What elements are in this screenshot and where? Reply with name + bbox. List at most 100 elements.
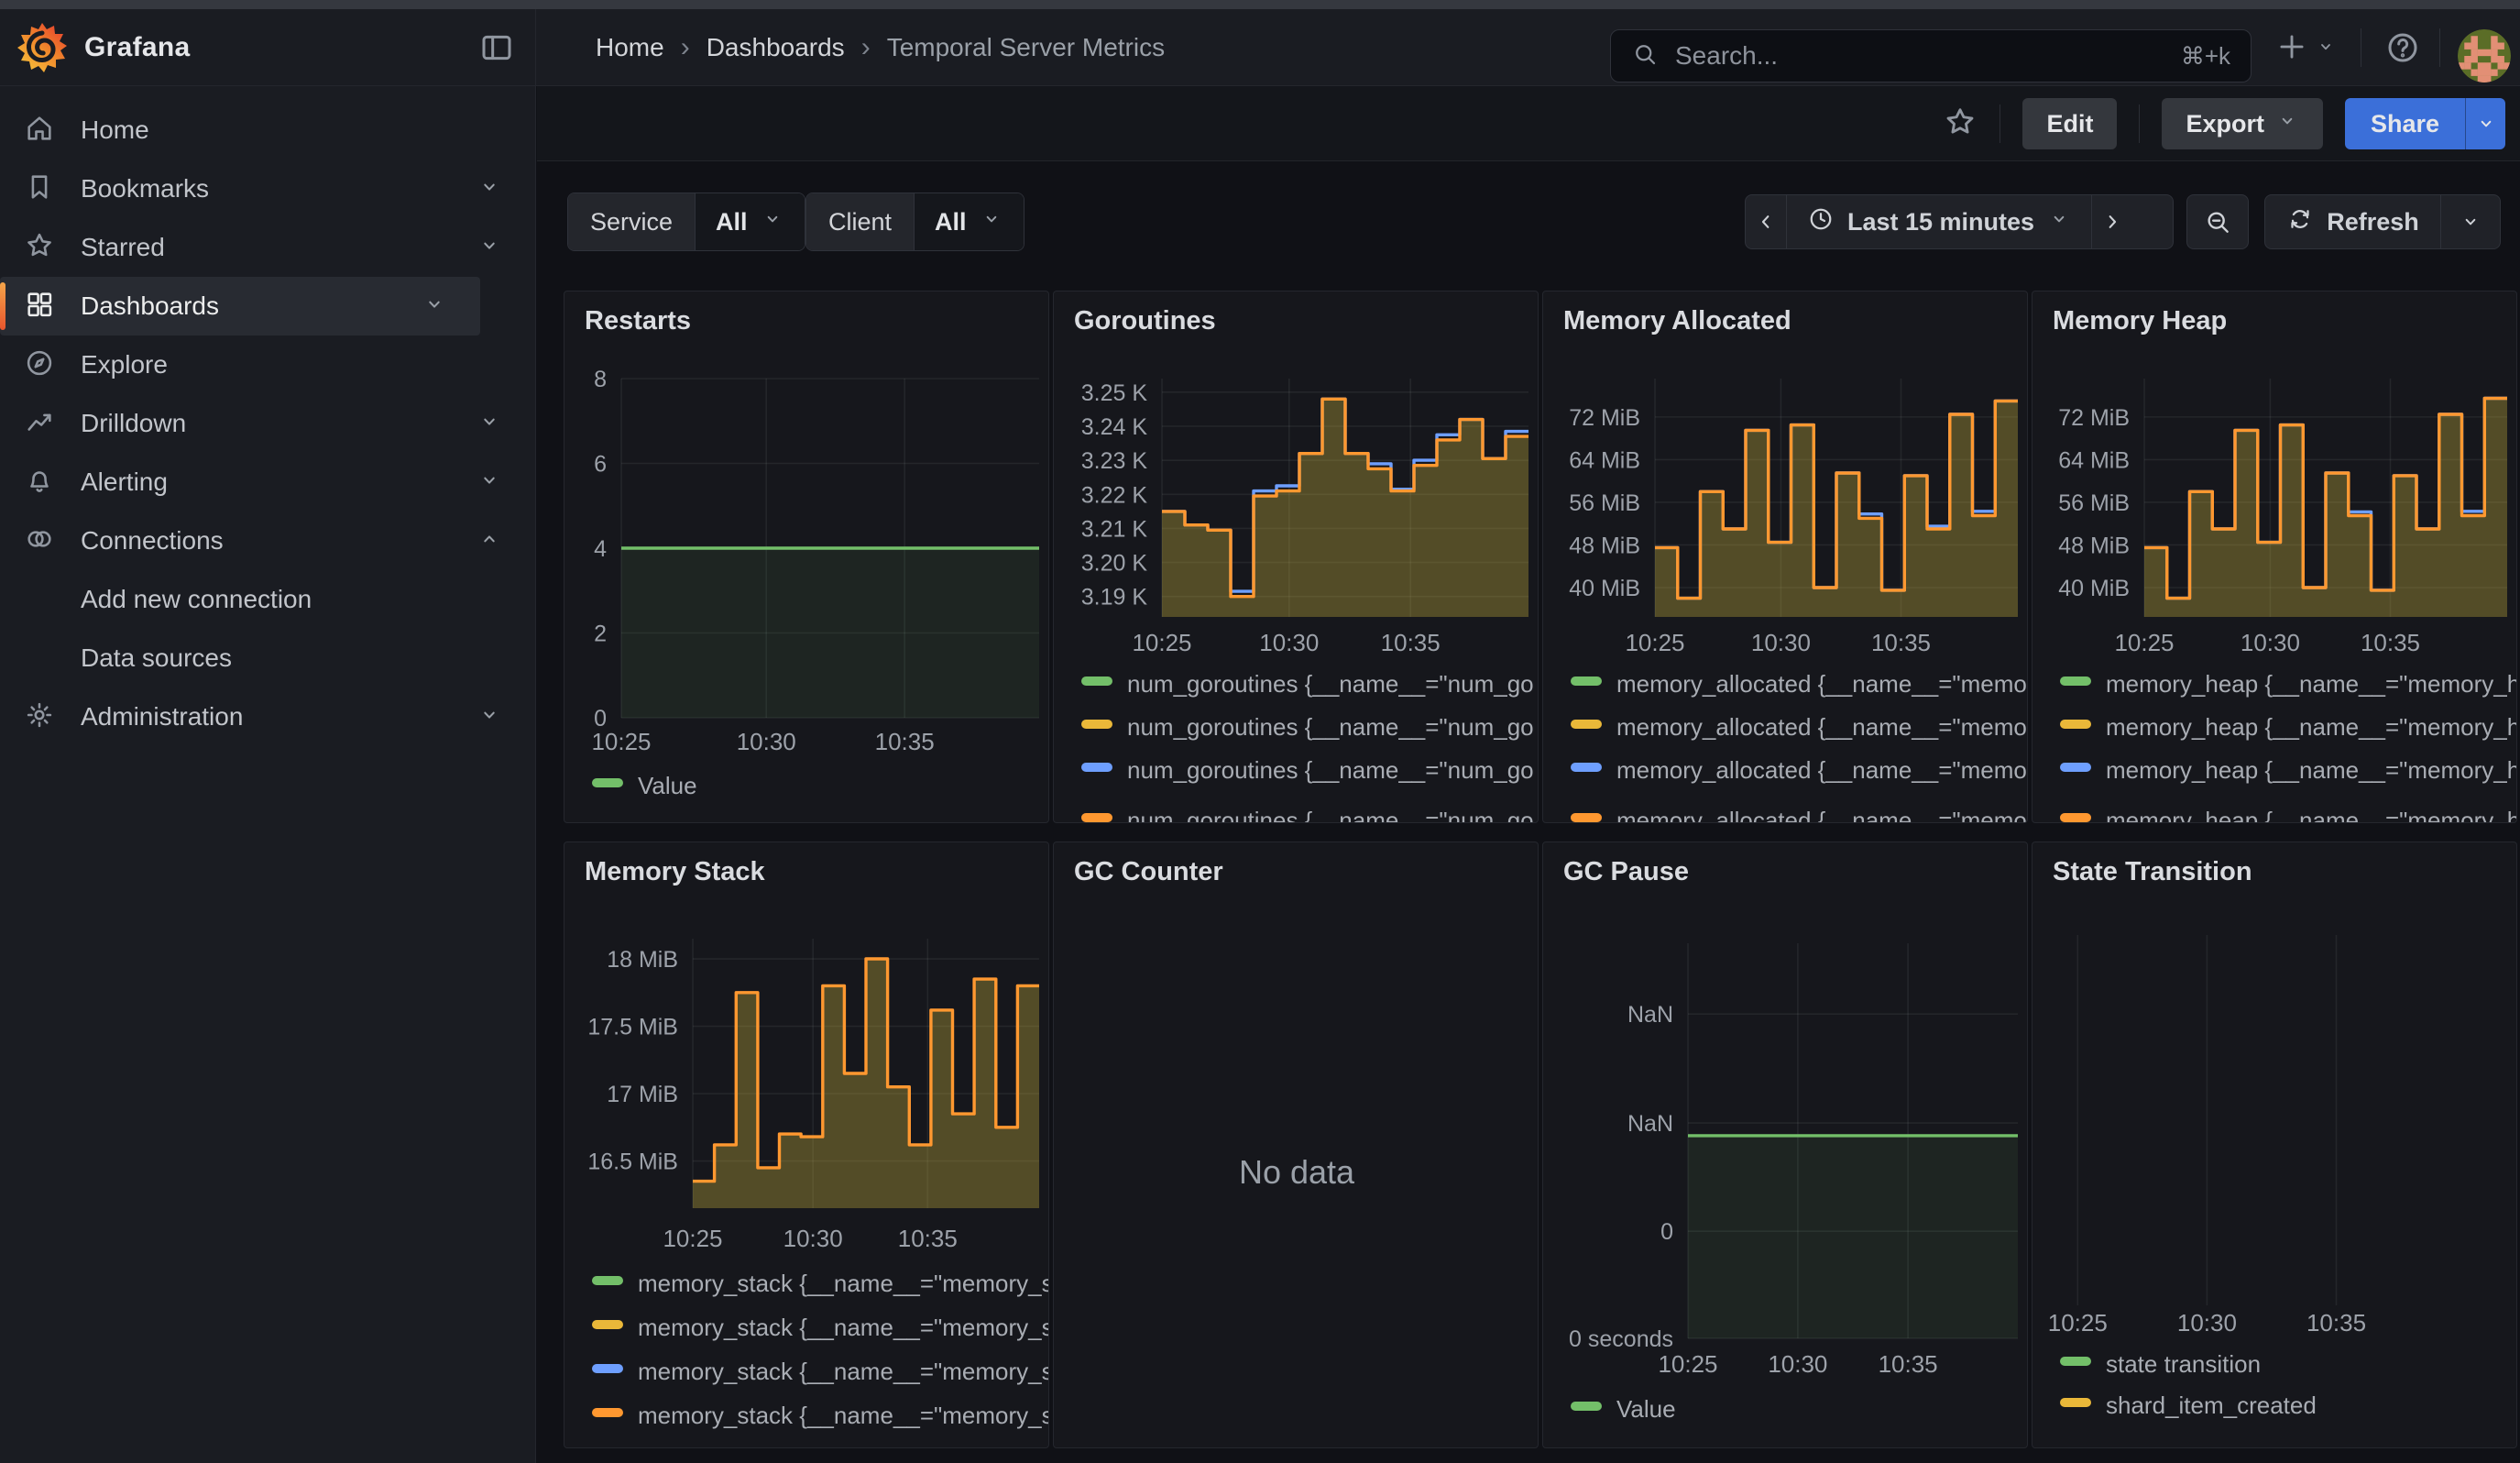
share-menu-chevron[interactable]	[2465, 98, 2505, 149]
sidebar-item-explore[interactable]: Explore	[0, 336, 535, 394]
breadcrumb-item[interactable]: Home	[596, 33, 664, 62]
zoom-out-control	[2186, 194, 2249, 249]
timeseries-chart[interactable]: NaNNaN00 seconds10:2510:3010:35Value	[1543, 842, 2028, 1448]
sidebar-item-administration[interactable]: Administration	[0, 688, 535, 746]
sidebar-item-bookmarks[interactable]: Bookmarks	[0, 160, 535, 218]
svg-text:48 MiB: 48 MiB	[1569, 533, 1640, 558]
help-icon[interactable]	[2384, 29, 2421, 71]
svg-text:3.22 K: 3.22 K	[1081, 482, 1148, 508]
svg-text:10:25: 10:25	[1658, 1350, 1717, 1378]
series-area-fill	[1688, 1136, 2018, 1338]
legend-item[interactable]: memory_allocated {__name__="memo	[1571, 756, 2027, 784]
legend-label: memory_stack {__name__="memory_s	[638, 1358, 1049, 1385]
legend-item[interactable]: memory_allocated {__name__="memo	[1571, 670, 2027, 698]
svg-text:3.25 K: 3.25 K	[1081, 380, 1148, 406]
svg-text:40 MiB: 40 MiB	[2058, 576, 2130, 601]
breadcrumb-item[interactable]: Dashboards	[707, 33, 845, 62]
svg-text:17.5 MiB: 17.5 MiB	[587, 1015, 678, 1040]
header-brand-section: Grafana	[0, 9, 536, 85]
timeseries-chart[interactable]: No data	[1054, 842, 1539, 1448]
search-icon	[1631, 40, 1659, 68]
legend-item[interactable]: state transition	[2060, 1350, 2261, 1378]
legend-item[interactable]: shard_item_created	[2060, 1392, 2317, 1419]
legend-item[interactable]: memory_heap {__name__="memory_h	[2060, 807, 2517, 823]
legend-item[interactable]: memory_heap {__name__="memory_h	[2060, 756, 2517, 784]
legend-label: memory_stack {__name__="memory_s	[638, 1270, 1049, 1297]
time-range-controls: Last 15 minutes	[1745, 194, 2174, 249]
timeseries-chart[interactable]: 18 MiB17.5 MiB17 MiB16.5 MiB10:2510:3010…	[564, 842, 1049, 1448]
svg-text:10:25: 10:25	[2114, 629, 2174, 656]
legend-item[interactable]: memory_stack {__name__="memory_s	[592, 1270, 1049, 1297]
legend-item[interactable]: Value	[592, 772, 697, 799]
legend-item[interactable]: Value	[1571, 1395, 1676, 1423]
sidebar-item-label: Starred	[81, 233, 165, 262]
timeseries-chart[interactable]: 72 MiB64 MiB56 MiB48 MiB40 MiB10:2510:30…	[1543, 292, 2028, 823]
refresh-button[interactable]: Refresh	[2265, 195, 2440, 248]
chevron-down-icon	[2047, 207, 2071, 231]
panel-goroutines: Goroutines3.25 K3.24 K3.23 K3.22 K3.21 K…	[1053, 291, 1539, 823]
gear-icon	[24, 699, 55, 731]
timeseries-chart[interactable]: 3.25 K3.24 K3.23 K3.22 K3.21 K3.20 K3.19…	[1054, 292, 1539, 823]
search-input[interactable]	[1673, 40, 2166, 72]
svg-text:0 seconds: 0 seconds	[1569, 1326, 1673, 1352]
home-icon	[24, 113, 55, 144]
legend-label: num_goroutines {__name__="num_go	[1127, 756, 1534, 784]
refresh-controls: Refresh	[2264, 194, 2501, 249]
timeseries-chart[interactable]: 72 MiB64 MiB56 MiB48 MiB40 MiB10:2510:30…	[2032, 292, 2517, 823]
chevron-down-icon	[980, 207, 1003, 231]
search-bar[interactable]: ⌘+k	[1610, 29, 2252, 82]
grafana-logo-icon	[15, 20, 70, 75]
sidebar-item-connections[interactable]: Connections	[0, 512, 535, 570]
user-avatar[interactable]	[2458, 29, 2511, 82]
export-button[interactable]: Export	[2162, 98, 2323, 149]
legend-label: num_goroutines {__name__="num_go	[1127, 807, 1534, 823]
legend-item[interactable]: memory_stack {__name__="memory_s	[592, 1402, 1049, 1429]
time-shift-back-button[interactable]	[1746, 195, 1786, 248]
timeseries-chart[interactable]: 0246810:2510:3010:35Value	[564, 292, 1049, 823]
sidebar-item-alerting[interactable]: Alerting	[0, 453, 535, 512]
refresh-interval-chevron[interactable]	[2440, 195, 2500, 248]
sidebar-item-data-sources[interactable]: Data sources	[0, 629, 535, 688]
legend-item[interactable]: memory_stack {__name__="memory_s	[592, 1358, 1049, 1385]
zoom-out-button[interactable]	[2187, 195, 2248, 248]
sidebar-item-home[interactable]: Home	[0, 101, 535, 160]
share-button[interactable]: Share	[2345, 98, 2465, 149]
timeseries-chart[interactable]: 10:2510:3010:35state transitionshard_ite…	[2032, 842, 2517, 1448]
time-range-picker[interactable]: Last 15 minutes	[1786, 195, 2091, 248]
legend-item[interactable]: memory_allocated {__name__="memo	[1571, 807, 2027, 823]
legend-label: state transition	[2106, 1350, 2261, 1378]
legend-item[interactable]: num_goroutines {__name__="num_go	[1081, 807, 1534, 823]
legend-item[interactable]: memory_heap {__name__="memory_h	[2060, 670, 2517, 698]
new-menu-button[interactable]	[2274, 29, 2337, 64]
legend-item[interactable]: memory_heap {__name__="memory_h	[2060, 713, 2517, 741]
legend-swatch	[1571, 813, 1602, 822]
sidebar-item-drilldown[interactable]: Drilldown	[0, 394, 535, 453]
edit-button[interactable]: Edit	[2022, 98, 2117, 149]
svg-text:16.5 MiB: 16.5 MiB	[587, 1150, 678, 1175]
legend-label: memory_heap {__name__="memory_h	[2106, 670, 2517, 698]
svg-text:48 MiB: 48 MiB	[2058, 533, 2130, 558]
svg-text:18 MiB: 18 MiB	[607, 947, 678, 973]
client-filter-value[interactable]: All	[914, 193, 1024, 250]
sidebar-item-add-new-connection[interactable]: Add new connection	[0, 570, 535, 629]
legend-item[interactable]: num_goroutines {__name__="num_go	[1081, 713, 1534, 741]
svg-text:10:25: 10:25	[1625, 629, 1684, 656]
favorite-star-icon[interactable]	[1943, 104, 1978, 144]
variable-service: Service All	[567, 192, 805, 251]
time-shift-forward-button[interactable]	[2091, 195, 2132, 248]
dashboard-panel-grid: Restarts0246810:2510:3010:35ValueGorouti…	[564, 291, 2517, 1448]
svg-text:3.21 K: 3.21 K	[1081, 516, 1148, 542]
svg-text:10:25: 10:25	[1132, 629, 1191, 656]
refresh-icon	[2286, 205, 2314, 233]
sidebar-item-starred[interactable]: Starred	[0, 218, 535, 277]
legend-swatch	[2060, 676, 2091, 686]
sidebar-toggle-icon[interactable]	[478, 29, 515, 66]
chevron-up-icon	[477, 526, 502, 552]
legend-item[interactable]: memory_stack {__name__="memory_s	[592, 1314, 1049, 1341]
legend-item[interactable]: num_goroutines {__name__="num_go	[1081, 670, 1534, 698]
service-filter-value[interactable]: All	[695, 193, 805, 250]
legend-item[interactable]: num_goroutines {__name__="num_go	[1081, 756, 1534, 784]
legend-swatch	[2060, 1398, 2091, 1407]
legend-item[interactable]: memory_allocated {__name__="memo	[1571, 713, 2027, 741]
sidebar-item-dashboards[interactable]: Dashboards	[0, 277, 480, 336]
